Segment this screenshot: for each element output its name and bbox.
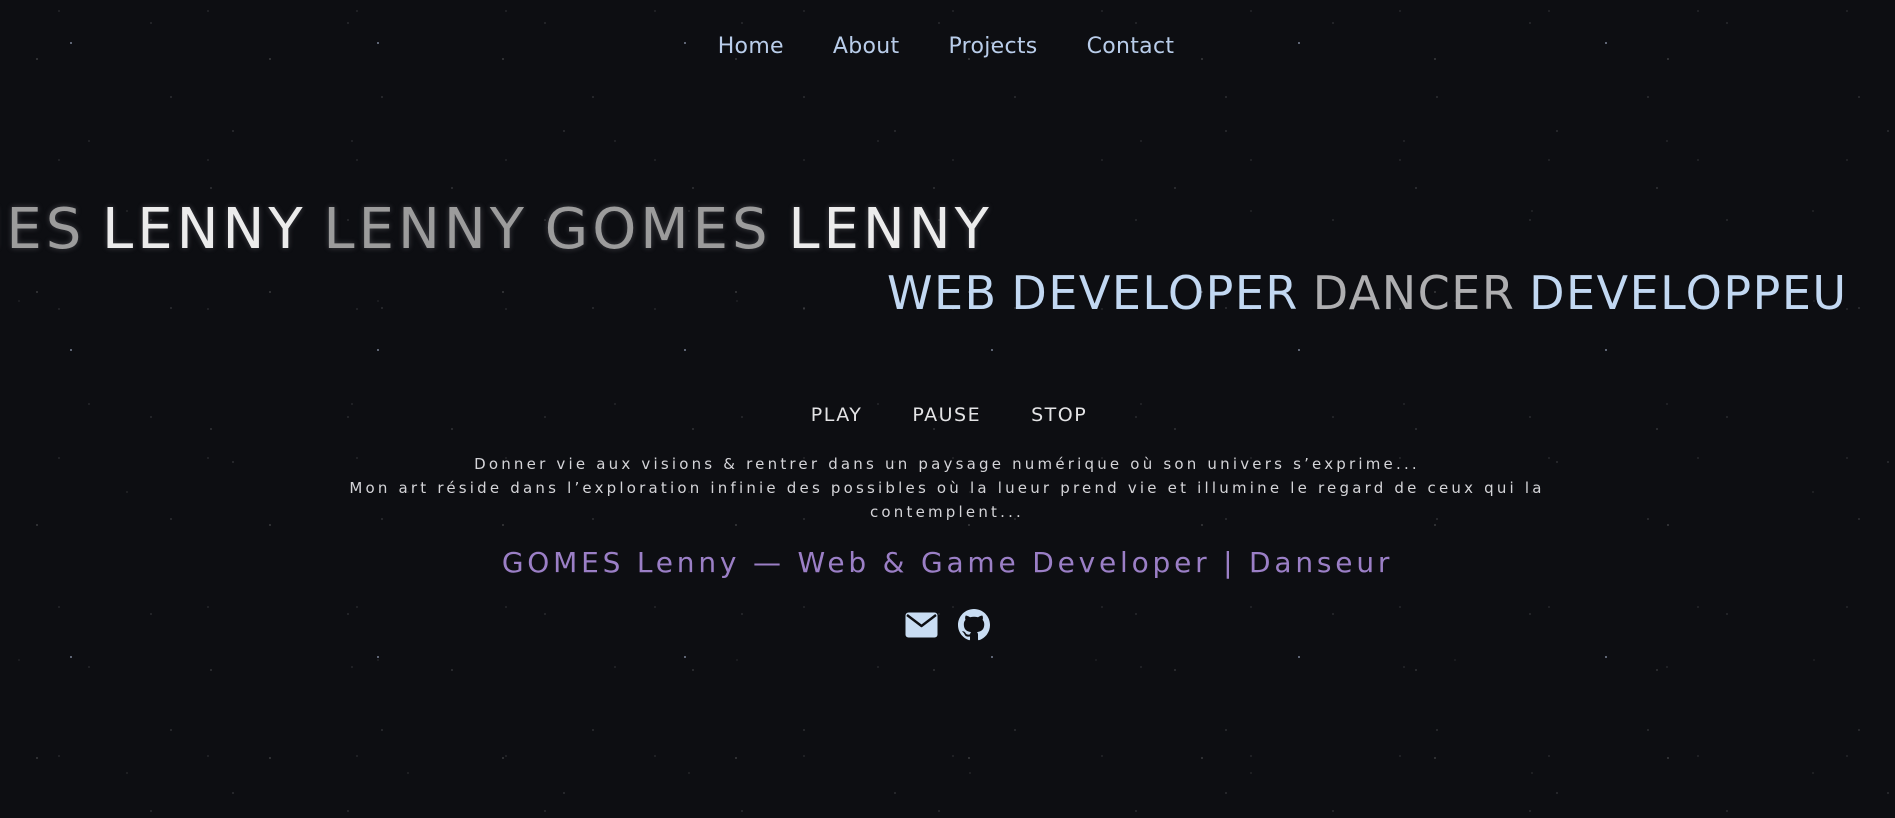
marquee-name-word: GOMES (544, 197, 772, 262)
marquee-name-word: LENNY (788, 197, 993, 262)
nav-link-contact[interactable]: Contact (1087, 34, 1175, 59)
pause-button[interactable]: PAUSE (912, 404, 981, 426)
marquee-name-word: MES (0, 197, 86, 262)
marquee-name-word: LENNY (323, 197, 528, 262)
marquee-role-word: DANCER (1312, 266, 1516, 320)
play-button[interactable]: PLAY (811, 404, 863, 426)
marquee-name-word: LENNY (102, 197, 307, 262)
tagline-line: Donner vie aux visions & rentrer dans un… (474, 455, 1420, 473)
nav-link-about[interactable]: About (833, 34, 900, 59)
nav-links: Home About Projects Contact (718, 34, 1175, 59)
audio-controls-row: PLAY PAUSE STOP (811, 404, 1087, 426)
tagline: Donner vie aux visions & rentrer dans un… (287, 452, 1607, 524)
role-marquee: WEB DEVELOPER DANCER DEVELOPPEU (887, 266, 1848, 320)
main-navigation: Home About Projects Contact (0, 34, 1895, 59)
github-icon[interactable] (957, 608, 991, 642)
marquee-role-word: DEVELOPER (1011, 266, 1299, 320)
audio-controls: PLAY PAUSE STOP (0, 404, 1895, 426)
marquee-role-word: WEB (887, 266, 998, 320)
tagline-line: Mon art réside dans l’exploration infini… (349, 479, 1545, 521)
envelope-icon[interactable] (905, 608, 939, 642)
stop-button[interactable]: STOP (1031, 404, 1087, 426)
nav-link-projects[interactable]: Projects (948, 34, 1037, 59)
nav-link-home[interactable]: Home (718, 34, 784, 59)
page-subtitle: GOMES Lenny — Web & Game Developer | Dan… (501, 546, 1394, 579)
social-links (0, 608, 1895, 642)
name-marquee: MESLENNYLENNYGOMESLENNY (0, 197, 993, 262)
marquee-role-word: DEVELOPPEU (1529, 266, 1848, 320)
